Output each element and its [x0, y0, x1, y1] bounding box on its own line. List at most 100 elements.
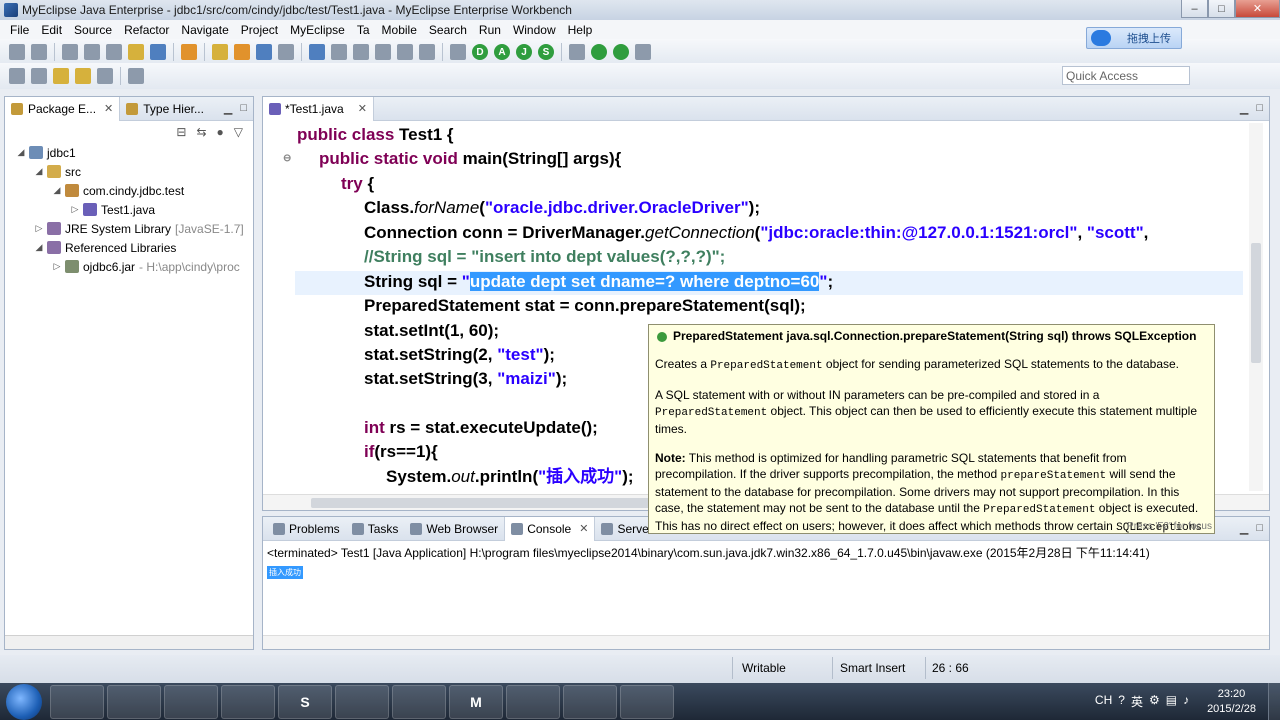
minimize-view-icon[interactable]: ▁	[1240, 102, 1248, 115]
taskbar-app-tool[interactable]	[620, 684, 674, 719]
minimize-view-icon[interactable]: ▁	[1240, 522, 1248, 535]
tab-tasks[interactable]: Tasks	[346, 517, 405, 541]
deploy-icon[interactable]	[256, 44, 272, 60]
maximize-view-icon[interactable]: □	[1256, 522, 1263, 535]
language-indicator[interactable]: CH	[1095, 693, 1112, 710]
expand-arrow-icon[interactable]: ▷	[33, 223, 45, 234]
expand-arrow-icon[interactable]: ◢	[15, 147, 27, 158]
tab-console[interactable]: Console ✕	[504, 516, 596, 541]
quick-access-field[interactable]: Quick Access	[1062, 66, 1190, 85]
link-with-editor-icon[interactable]: ⇆	[196, 125, 206, 139]
expand-arrow-icon[interactable]: ◢	[33, 166, 45, 177]
next-annotation-icon[interactable]	[9, 68, 25, 84]
tree-item-jre-library[interactable]: ▷ JRE System Library [JavaSE-1.7]	[15, 219, 253, 238]
external-tools-icon[interactable]	[635, 44, 651, 60]
tree-item-referenced-libraries[interactable]: ◢ Referenced Libraries	[15, 238, 253, 257]
ime-indicator[interactable]: 英	[1131, 693, 1143, 710]
undo-icon[interactable]	[212, 44, 228, 60]
menu-help[interactable]: Help	[562, 23, 599, 37]
last-edit-icon[interactable]	[53, 68, 69, 84]
new-web-project-icon[interactable]	[181, 44, 197, 60]
scrollbar-thumb[interactable]	[311, 498, 671, 508]
close-icon[interactable]: ✕	[358, 102, 367, 115]
prev-annotation-icon[interactable]	[31, 68, 47, 84]
forward-icon[interactable]	[97, 68, 113, 84]
menu-source[interactable]: Source	[68, 23, 118, 37]
save-all-icon[interactable]	[84, 44, 100, 60]
menu-edit[interactable]: Edit	[35, 23, 68, 37]
tab-web-browser[interactable]: Web Browser	[404, 517, 504, 541]
help-icon[interactable]: ?	[1118, 693, 1125, 710]
letter-j-icon[interactable]: J	[516, 44, 532, 60]
show-desktop-button[interactable]	[1268, 683, 1280, 720]
taskbar-app-spreadsheet[interactable]: S	[278, 684, 332, 719]
menu-run[interactable]: Run	[473, 23, 507, 37]
taskbar-app-colors[interactable]	[50, 684, 104, 719]
taskbar-app-database[interactable]	[563, 684, 617, 719]
tools-icon[interactable]	[397, 44, 413, 60]
tree-item-jdbc1[interactable]: ◢ jdbc1	[15, 143, 253, 162]
menu-navigate[interactable]: Navigate	[175, 23, 234, 37]
minimize-button[interactable]: –	[1181, 0, 1208, 18]
close-button[interactable]: ✕	[1235, 0, 1280, 18]
browser-icon[interactable]	[309, 44, 325, 60]
start-button[interactable]	[6, 683, 42, 720]
network-icon[interactable]: ▤	[1166, 693, 1177, 710]
javadoc-hover[interactable]: PreparedStatement java.sql.Connection.pr…	[648, 324, 1215, 534]
tree-item-src[interactable]: ◢ src	[15, 162, 253, 181]
menu-file[interactable]: File	[4, 23, 35, 37]
taskbar-app-explorer[interactable]	[164, 684, 218, 719]
open-type-icon[interactable]	[150, 44, 166, 60]
letter-a-icon[interactable]: A	[494, 44, 510, 60]
upload-button[interactable]: 拖拽上传	[1086, 27, 1182, 49]
filter-icon[interactable]: ●	[217, 125, 224, 139]
image-icon[interactable]	[353, 44, 369, 60]
tree-item-test1-java[interactable]: ▷ Test1.java	[15, 200, 253, 219]
tag-icon[interactable]	[450, 44, 466, 60]
volume-icon[interactable]: ♪	[1183, 693, 1189, 710]
collapse-all-icon[interactable]: ⊟	[176, 125, 186, 139]
scrollbar-thumb[interactable]	[1251, 243, 1261, 363]
toggle-mark-icon[interactable]	[128, 44, 144, 60]
menu-mobile[interactable]: Mobile	[376, 23, 423, 37]
taskbar-app-cmd[interactable]	[506, 684, 560, 719]
clock[interactable]: 23:20 2015/2/28	[1207, 687, 1256, 717]
letter-s-icon[interactable]: S	[538, 44, 554, 60]
cube-icon[interactable]	[234, 44, 250, 60]
pin-editor-icon[interactable]	[128, 68, 144, 84]
menu-ta[interactable]: Ta	[351, 23, 376, 37]
menu-window[interactable]: Window	[507, 23, 562, 37]
tab-package-explorer[interactable]: Package E... ✕	[5, 96, 121, 121]
taskbar-app-cloud[interactable]	[335, 684, 389, 719]
horizontal-scrollbar[interactable]	[263, 635, 1269, 649]
new-icon[interactable]	[9, 44, 25, 60]
run-icon[interactable]	[591, 44, 607, 60]
menu-project[interactable]: Project	[235, 23, 284, 37]
run-server-icon[interactable]	[278, 44, 294, 60]
vertical-scrollbar[interactable]	[1249, 123, 1263, 491]
tab-test1-java[interactable]: *Test1.java ✕	[263, 96, 374, 121]
minimize-view-icon[interactable]: ▁	[224, 102, 232, 115]
expand-arrow-icon[interactable]: ▷	[69, 204, 81, 215]
tree-item-ojdbc6-jar[interactable]: ▷ ojdbc6.jar - H:\app\cindy\proc	[15, 257, 253, 276]
menu-search[interactable]: Search	[423, 23, 473, 37]
print-icon[interactable]	[106, 44, 122, 60]
search-icon[interactable]	[331, 44, 347, 60]
save-icon[interactable]	[62, 44, 78, 60]
view-menu-icon[interactable]: ▽	[234, 125, 243, 139]
tab-problems[interactable]: Problems	[267, 517, 346, 541]
taskbar-app-recorder[interactable]: M	[449, 684, 503, 719]
maximize-button[interactable]: □	[1208, 0, 1235, 18]
debug-icon[interactable]	[613, 44, 629, 60]
maximize-view-icon[interactable]: □	[240, 102, 247, 115]
tab-type-hierarchy[interactable]: Type Hier...	[120, 97, 210, 121]
refresh-icon[interactable]	[569, 44, 585, 60]
bug-icon[interactable]	[375, 44, 391, 60]
maximize-view-icon[interactable]: □	[1256, 102, 1263, 115]
horizontal-scrollbar[interactable]	[5, 635, 253, 649]
expand-arrow-icon[interactable]: ◢	[51, 185, 63, 196]
taskbar-app-myeclipse[interactable]	[221, 684, 275, 719]
close-icon[interactable]: ✕	[579, 522, 588, 535]
close-icon[interactable]: ✕	[104, 102, 113, 115]
arrow-icon[interactable]	[419, 44, 435, 60]
